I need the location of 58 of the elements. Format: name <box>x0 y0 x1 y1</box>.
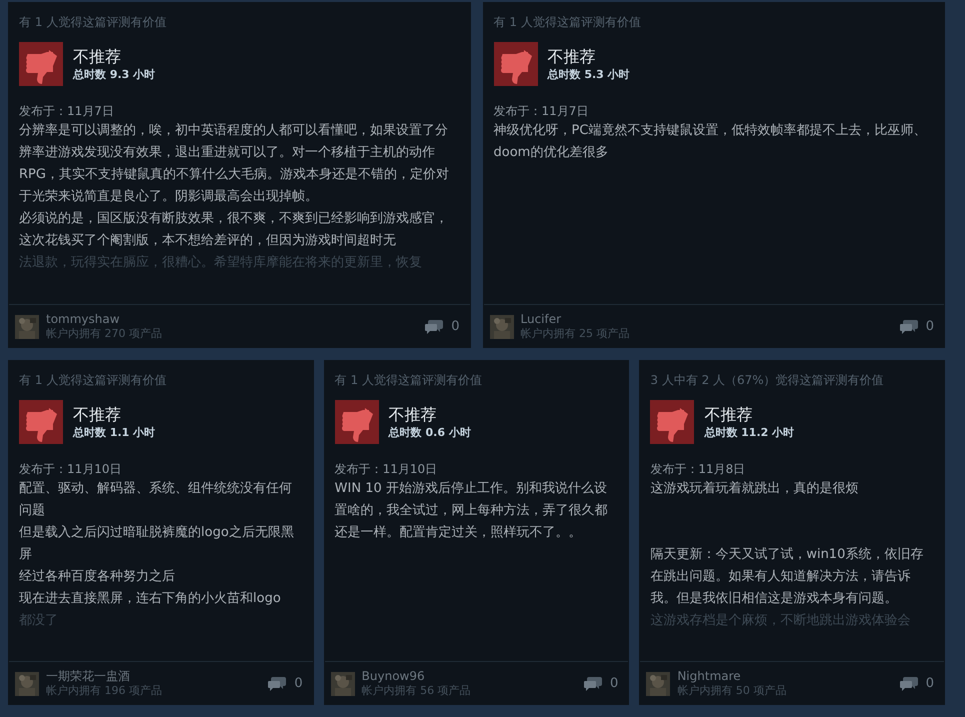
username[interactable]: Buynow96 <box>362 669 578 684</box>
comment-icon <box>425 318 444 334</box>
product-count: 帐户内拥有 25 项产品 <box>520 327 630 341</box>
post-date: 发布于：11月7日 <box>19 103 115 120</box>
username[interactable]: tommyshaw <box>46 312 418 327</box>
review-paragraph: 分辨率是可以调整的，唉，初中英语程度的人都可以看懂吧，如果设置了分辨率进游戏发现没有效果，退出重进就可以了。对一个移植于主机的动作RPG，其实不支持键鼠真的不算什么大毛病。游戏本身还是不错的，定价对于光荣来说简直是良心了。阴影调最高会出现掉帧。 <box>19 122 450 206</box>
verdict-title: 不推荐 <box>388 404 438 424</box>
faded-review-line: 都没了 <box>19 612 59 630</box>
verdict-title: 不推荐 <box>548 46 596 66</box>
username[interactable]: Nightmare <box>677 669 893 684</box>
product-count: 帐户内拥有 270 项产品 <box>46 327 163 341</box>
helpful-count: 有 1 人觉得这篇评测有价值 <box>19 372 168 388</box>
verdict-title: 不推荐 <box>73 404 122 424</box>
comment-icon <box>900 318 918 334</box>
playtime: 总时数 5.3 小时 <box>548 66 630 82</box>
verdict-title: 不推荐 <box>704 404 754 424</box>
comment-count: 0 <box>610 674 618 693</box>
faded-review-line: 这游戏存档是个麻烦，不断地跳出游戏体验会 <box>650 612 912 630</box>
username[interactable]: Lucifer <box>520 312 893 327</box>
thumbs-down-icon <box>334 400 379 444</box>
thumbs-down-icon <box>19 42 63 86</box>
helpful-count: 有 1 人觉得这篇评测有价值 <box>494 14 642 30</box>
review-paragraph: 必须说的是，国区版没有断肢效果，很不爽，不爽到已经影响到游戏感官，这次花钱买了个阉割版，本不想给差评的，但因为游戏时间超时无 <box>19 210 449 250</box>
faded-review-line: 法退款，玩得实在膈应，很糟心。希望特库摩能在将来的更新里，恢复 <box>19 254 423 272</box>
thumbs-down-icon <box>494 42 538 86</box>
review-paragraph: 但是载入之后闪过暗耻脱裤魔的logo之后无限黑屏 <box>19 524 295 564</box>
helpful-count: 3 人中有 2 人（67%）觉得这篇评测有价值 <box>650 372 885 388</box>
comment-count: 0 <box>294 674 303 693</box>
playtime: 总时数 1.1 小时 <box>73 424 156 440</box>
helpful-count: 有 1 人觉得这篇评测有价值 <box>334 372 483 388</box>
product-count: 帐户内拥有 50 项产品 <box>677 684 788 698</box>
comment-icon <box>900 676 918 692</box>
review-paragraph: 隔天更新：今天又试了试，win10系统，依旧存在跳出问题。如果有人知道解决方法，请告诉我。但是我依旧相信这是游戏本身有问题。 <box>650 546 924 608</box>
product-count: 帐户内拥有 196 项产品 <box>46 684 163 698</box>
post-date: 发布于：11月7日 <box>494 103 590 120</box>
thumbs-down-icon <box>650 400 694 444</box>
thumbs-down-icon <box>19 400 63 444</box>
review-paragraph: 现在进去直接黑屏，连右下角的小火苗和logo <box>19 590 282 608</box>
playtime: 总时数 0.6 小时 <box>388 424 471 440</box>
playtime: 总时数 9.3 小时 <box>73 66 156 82</box>
playtime: 总时数 11.2 小时 <box>704 424 794 440</box>
post-date: 发布于：11月10日 <box>334 461 438 478</box>
review-paragraph: 配置、驱动、解码器、系统、组件统统没有任何问题 <box>19 480 293 520</box>
product-count: 帐户内拥有 56 项产品 <box>362 684 472 698</box>
verdict-title: 不推荐 <box>73 46 122 66</box>
review-paragraph: 神级优化呀，PC端竟然不支持键鼠设置，低特效帧率都提不上去，比巫师、doom的优化差很多 <box>494 122 928 162</box>
comment-icon <box>268 676 286 692</box>
review-paragraph: WIN 10 开始游戏后停止工作。别和我说什么设置啥的，我全试过，网上每种方法，弄了很久都还是一样。配置肯定过关，照样玩不了。。 <box>334 480 609 542</box>
post-date: 发布于：11月10日 <box>19 461 123 478</box>
comment-count: 0 <box>926 318 934 336</box>
comment-count: 0 <box>926 674 934 693</box>
helpful-count: 有 1 人觉得这篇评测有价值 <box>19 14 168 30</box>
comment-count: 0 <box>451 318 460 336</box>
review-paragraph: 这游戏玩着玩着就跳出，真的是很烦 <box>650 480 860 498</box>
username[interactable]: 一期荣花一盅酒 <box>46 669 262 684</box>
comment-icon <box>584 676 602 692</box>
post-date: 发布于：11月8日 <box>650 461 746 478</box>
review-paragraph: 经过各种百度各种努力之后 <box>19 568 176 586</box>
